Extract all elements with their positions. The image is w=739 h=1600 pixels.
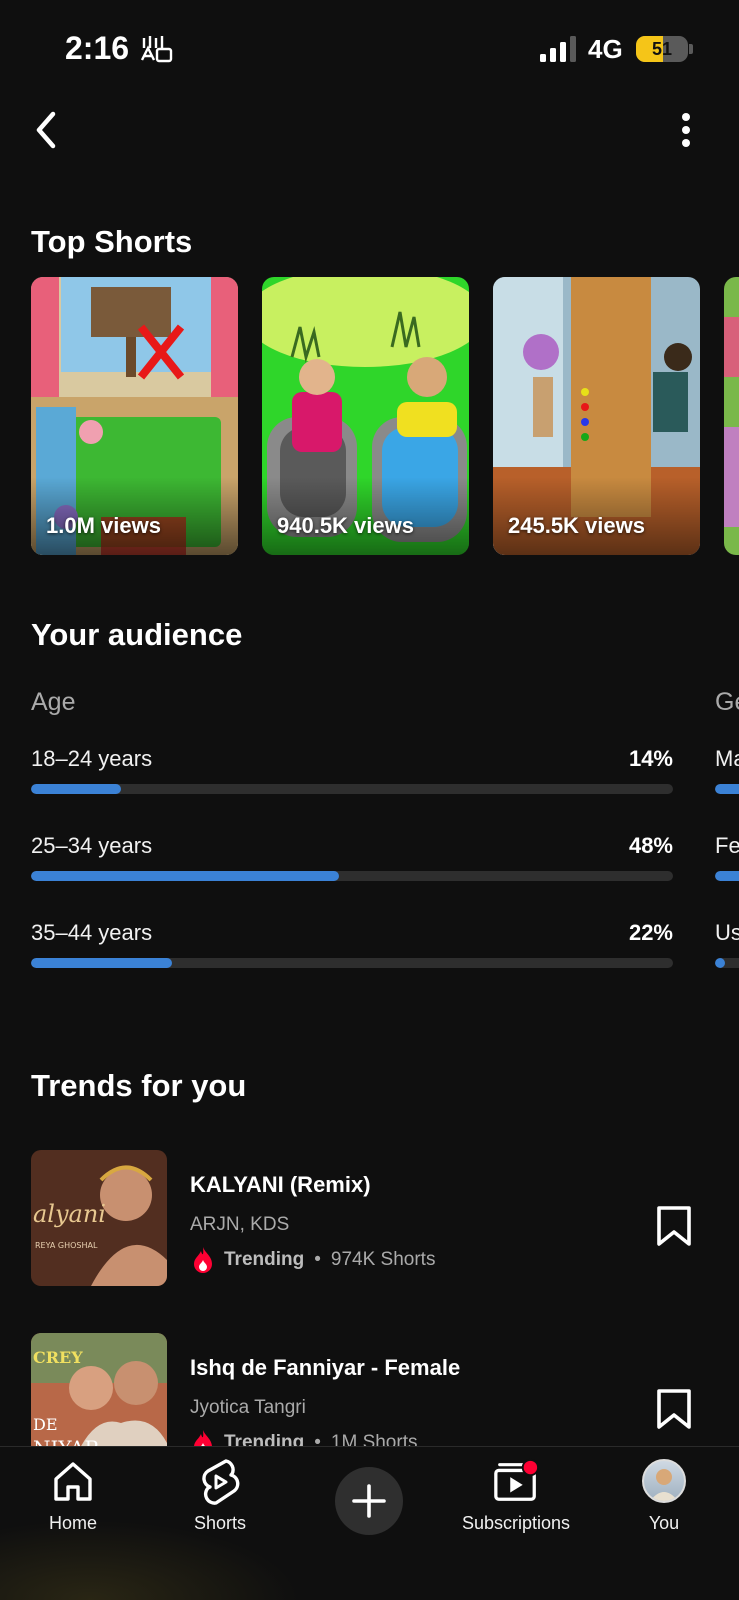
trends-title: Trends for you <box>31 1068 247 1103</box>
trend-item[interactable]: CREY DE NIYAR Ishq de Fanniyar - Female … <box>0 1333 739 1446</box>
song-cover-image: CREY DE NIYAR <box>31 1333 167 1446</box>
create-button[interactable] <box>335 1467 403 1535</box>
age-bar-track <box>31 871 673 881</box>
age-group-label: 35–44 years <box>31 920 153 945</box>
avatar <box>642 1459 686 1503</box>
age-group-percent: 22% <box>628 920 673 945</box>
shorts-icon <box>202 1459 240 1505</box>
short-views: 245.5K views <box>508 513 645 538</box>
age-bar-track <box>31 784 673 794</box>
nav-home[interactable]: Home <box>13 1457 133 1547</box>
trending-fire-icon <box>194 1430 212 1446</box>
age-group-percent: 14% <box>628 746 673 771</box>
short-card[interactable]: 1.0M views <box>31 277 238 555</box>
svg-text:alyani: alyani <box>33 1200 106 1228</box>
svg-text:CREY: CREY <box>33 1348 83 1367</box>
save-sound-button[interactable] <box>650 1202 698 1250</box>
notification-icon <box>140 36 173 63</box>
age-subtitle: Age <box>31 688 76 716</box>
status-time: 2:16 <box>65 30 130 66</box>
signal-icon <box>540 36 576 62</box>
trending-label: Trending <box>224 1432 305 1446</box>
bookmark-icon <box>657 1389 691 1429</box>
short-card[interactable]: 940.5K views <box>262 277 469 555</box>
nav-shorts[interactable]: Shorts <box>160 1457 280 1547</box>
trend-artist: Jyotica Tangri <box>190 1397 306 1418</box>
create-plus-icon <box>352 1484 386 1518</box>
song-cover-image: alyani REYA GHOSHAL <box>31 1150 167 1286</box>
svg-text:REYA GHOSHAL: REYA GHOSHAL <box>35 1241 98 1250</box>
nav-you[interactable]: You <box>604 1457 724 1547</box>
trend-thumbnail: CREY DE NIYAR <box>31 1333 167 1446</box>
short-views: 940.5K views <box>277 513 414 538</box>
your-audience-title: Your audience <box>31 617 243 652</box>
gender-bar-track <box>715 784 739 794</box>
trend-song-title: Ishq de Fanniyar - Female <box>190 1355 461 1380</box>
nav-you-label: You <box>648 1513 680 1533</box>
gender-bar-track <box>715 958 739 968</box>
trend-artist: ARJN, KDS <box>190 1214 290 1235</box>
more-vert-icon <box>682 113 690 147</box>
svg-text:DE: DE <box>33 1415 58 1434</box>
gender-label: Ma <box>715 746 739 771</box>
partial-short-thumbnail <box>724 277 739 555</box>
trend-meta: Trending • 974K Shorts <box>190 1246 435 1274</box>
nav-home-label: Home <box>48 1513 97 1533</box>
battery-level: 51 <box>651 39 673 59</box>
gender-label: Fe <box>715 833 739 858</box>
status-bar: 2:16 4G 51 <box>0 0 739 100</box>
shorts-count: 974K Shorts <box>330 1249 436 1270</box>
save-sound-button[interactable] <box>650 1385 698 1433</box>
subscriptions-icon <box>494 1458 540 1501</box>
battery-icon: 51 <box>636 36 688 62</box>
gender-subtitle: Ge <box>715 688 739 716</box>
top-shorts-carousel[interactable]: 1.0M views 940.5K views 245.5K views <box>31 277 739 555</box>
top-shorts-title: Top Shorts <box>31 224 193 259</box>
short-card-partial[interactable] <box>724 277 739 555</box>
battery-tip <box>689 44 693 54</box>
age-bar-fill <box>31 871 340 881</box>
trend-thumbnail: alyani REYA GHOSHAL <box>31 1150 167 1286</box>
bookmark-icon <box>657 1206 691 1246</box>
network-type: 4G <box>588 34 623 64</box>
age-group-percent: 48% <box>628 833 673 858</box>
short-views: 1.0M views <box>46 513 161 538</box>
shorts-count: 1M Shorts <box>330 1432 418 1446</box>
nav-shorts-label: Shorts <box>193 1513 247 1533</box>
age-bar-track <box>31 958 673 968</box>
age-bar-fill <box>31 958 173 968</box>
trending-fire-icon <box>194 1247 212 1273</box>
trend-song-title: KALYANI (Remix) <box>190 1172 371 1197</box>
gender-label: Us <box>715 920 739 945</box>
chevron-left-icon <box>36 111 56 149</box>
separator-dot: • <box>314 1249 321 1270</box>
home-icon <box>54 1462 92 1501</box>
back-button[interactable] <box>22 106 70 154</box>
age-group-label: 25–34 years <box>31 833 153 858</box>
trending-label: Trending <box>224 1249 305 1270</box>
age-bar-fill <box>31 784 121 794</box>
nav-subscriptions[interactable]: Subscriptions <box>456 1457 576 1547</box>
trend-item[interactable]: alyani REYA GHOSHAL KALYANI (Remix) ARJN… <box>0 1150 739 1290</box>
gender-bar-track <box>715 871 739 881</box>
svg-text:NIYAR: NIYAR <box>33 1436 100 1446</box>
more-options-button[interactable] <box>662 106 710 154</box>
short-card[interactable]: 245.5K views <box>493 277 700 555</box>
trend-meta: Trending • 1M Shorts <box>190 1429 417 1446</box>
separator-dot: • <box>314 1432 321 1446</box>
nav-subscriptions-label: Subscriptions <box>461 1513 571 1533</box>
bottom-navigation: Home Shorts Subscriptions You <box>0 1446 739 1600</box>
age-group-label: 18–24 years <box>31 746 153 771</box>
